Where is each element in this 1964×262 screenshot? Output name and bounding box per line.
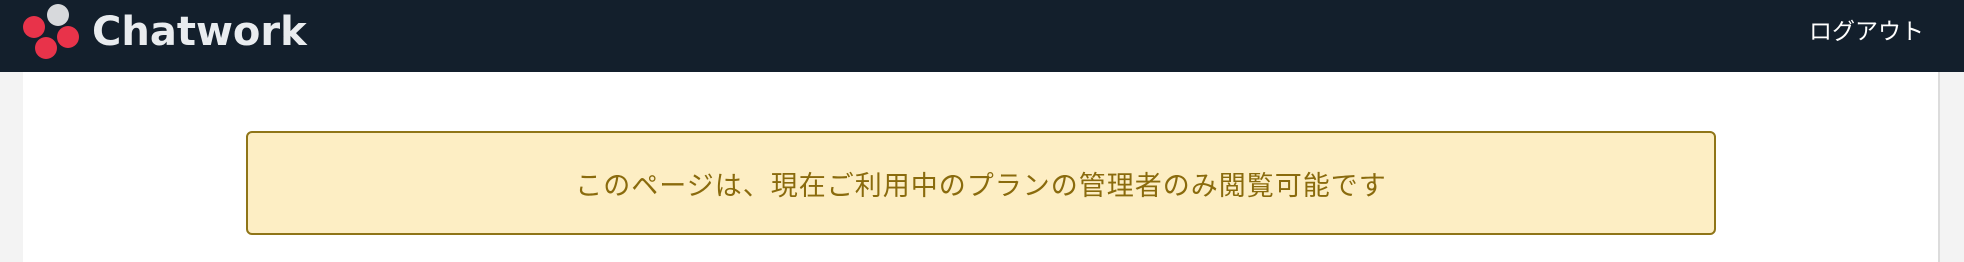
top-header: Chatwork ログアウト bbox=[0, 0, 1964, 72]
logout-link[interactable]: ログアウト bbox=[1809, 16, 1924, 48]
brand-logo[interactable]: Chatwork bbox=[20, 2, 307, 62]
chatwork-logo-icon bbox=[23, 4, 79, 59]
permission-alert: このページは、現在ご利用中のプランの管理者のみ閲覧可能です bbox=[246, 131, 1716, 235]
main-content: このページは、現在ご利用中のプランの管理者のみ閲覧可能です bbox=[23, 72, 1940, 262]
alert-message: このページは、現在ご利用中のプランの管理者のみ閲覧可能です bbox=[575, 170, 1387, 202]
brand-name: Chatwork bbox=[92, 9, 307, 55]
